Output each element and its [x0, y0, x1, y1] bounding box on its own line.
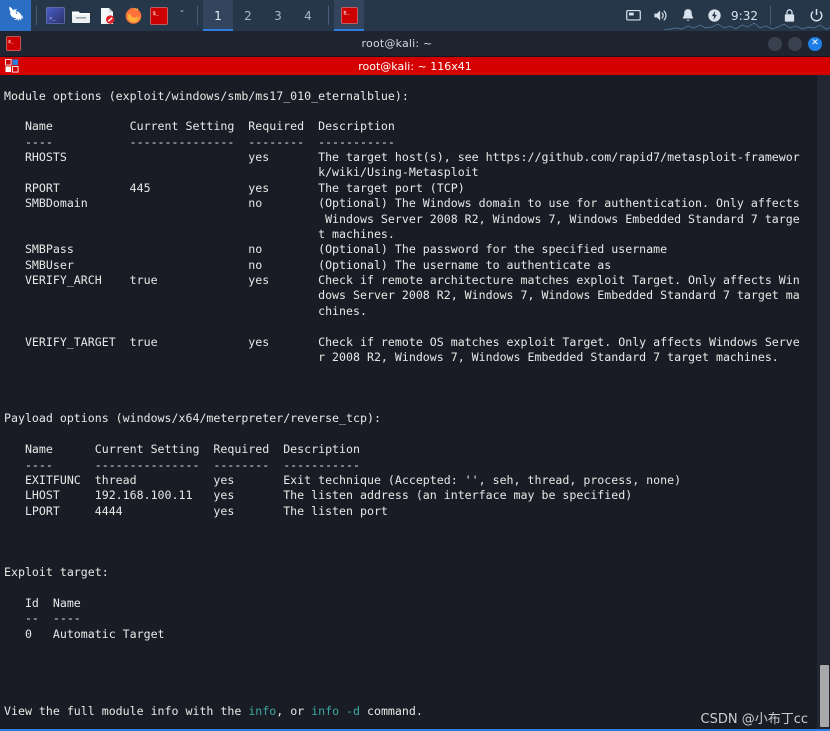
root-terminal-icon[interactable]: $_ — [146, 0, 172, 31]
svg-text:$_: $_ — [343, 11, 350, 17]
terminal-window: $_ root@kali: ~ ✕ root@kali: ~ 116x41 Mo… — [0, 31, 830, 731]
text-editor-icon[interactable] — [94, 0, 120, 31]
terminal-window-icon: $_ — [0, 31, 26, 56]
file-manager-icon[interactable] — [68, 0, 94, 31]
cpu-graph-icon — [664, 22, 830, 30]
kali-menu-button[interactable] — [0, 0, 31, 31]
window-task-root-terminal[interactable]: $_ — [334, 0, 364, 31]
window-title: root@kali: ~ — [361, 37, 433, 50]
minimize-button[interactable] — [768, 36, 782, 51]
terminal-scrollbar[interactable] — [817, 75, 830, 731]
terminal-tabbar: root@kali: ~ 116x41 — [0, 57, 830, 75]
svg-text:$_: $_ — [153, 10, 160, 17]
taskbar-spacer — [364, 0, 830, 31]
close-button[interactable]: ✕ — [808, 36, 822, 51]
taskbar-separator-1 — [36, 6, 37, 25]
workspace-button-1[interactable]: 1 — [203, 0, 233, 31]
root-terminal-task-icon: $_ — [340, 7, 358, 24]
window-titlebar[interactable]: $_ root@kali: ~ ✕ — [0, 31, 830, 57]
workspace-button-4[interactable]: 4 — [293, 0, 323, 31]
workspace-button-3[interactable]: 3 — [263, 0, 293, 31]
display-icon[interactable] — [620, 0, 647, 31]
maximize-button[interactable] — [788, 36, 802, 51]
taskbar-separator-3 — [328, 6, 329, 25]
svg-text:$_: $_ — [8, 39, 14, 45]
kali-dragon-icon — [6, 4, 26, 28]
taskbar-separator-2 — [197, 6, 198, 25]
svg-text:>_: >_ — [48, 15, 55, 22]
terminal-scrollbar-thumb[interactable] — [820, 665, 829, 727]
firefox-icon[interactable] — [120, 0, 146, 31]
watermark: CSDN @小布丁cc — [700, 712, 809, 727]
terminal-output: Module options (exploit/windows/smb/ms17… — [4, 88, 800, 718]
taskbar: >_ $_ ˇ 1 2 3 4 $_ 9:32 — [0, 0, 830, 31]
terminal-tab-title[interactable]: root@kali: ~ 116x41 — [24, 60, 830, 73]
chevron-down-icon[interactable]: ˇ — [172, 0, 192, 31]
workspace-button-2[interactable]: 2 — [233, 0, 263, 31]
window-controls: ✕ — [768, 36, 830, 51]
terminal-screen[interactable]: Module options (exploit/windows/smb/ms17… — [0, 75, 830, 731]
terminal-emulator-icon[interactable]: >_ — [42, 0, 68, 31]
terminal-tab-icon — [0, 57, 24, 75]
